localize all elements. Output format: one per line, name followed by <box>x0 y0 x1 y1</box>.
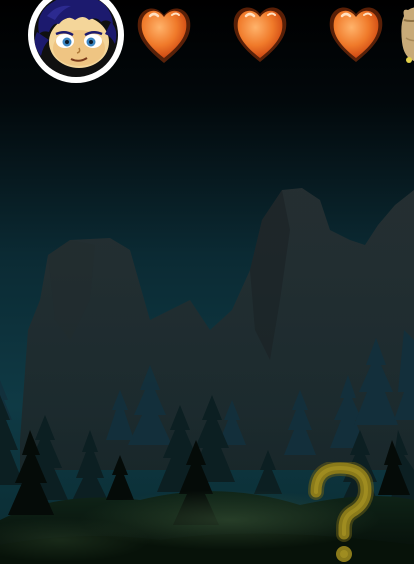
heart-icon <box>137 8 191 63</box>
sack-item-icon[interactable] <box>398 2 414 66</box>
game-screen <box>0 0 414 564</box>
heart-icon <box>329 7 383 62</box>
hud-bar <box>0 0 414 90</box>
heart-icon <box>233 7 287 62</box>
boy-face-avatar-icon <box>28 0 124 83</box>
question-mark-icon[interactable] <box>302 462 378 564</box>
